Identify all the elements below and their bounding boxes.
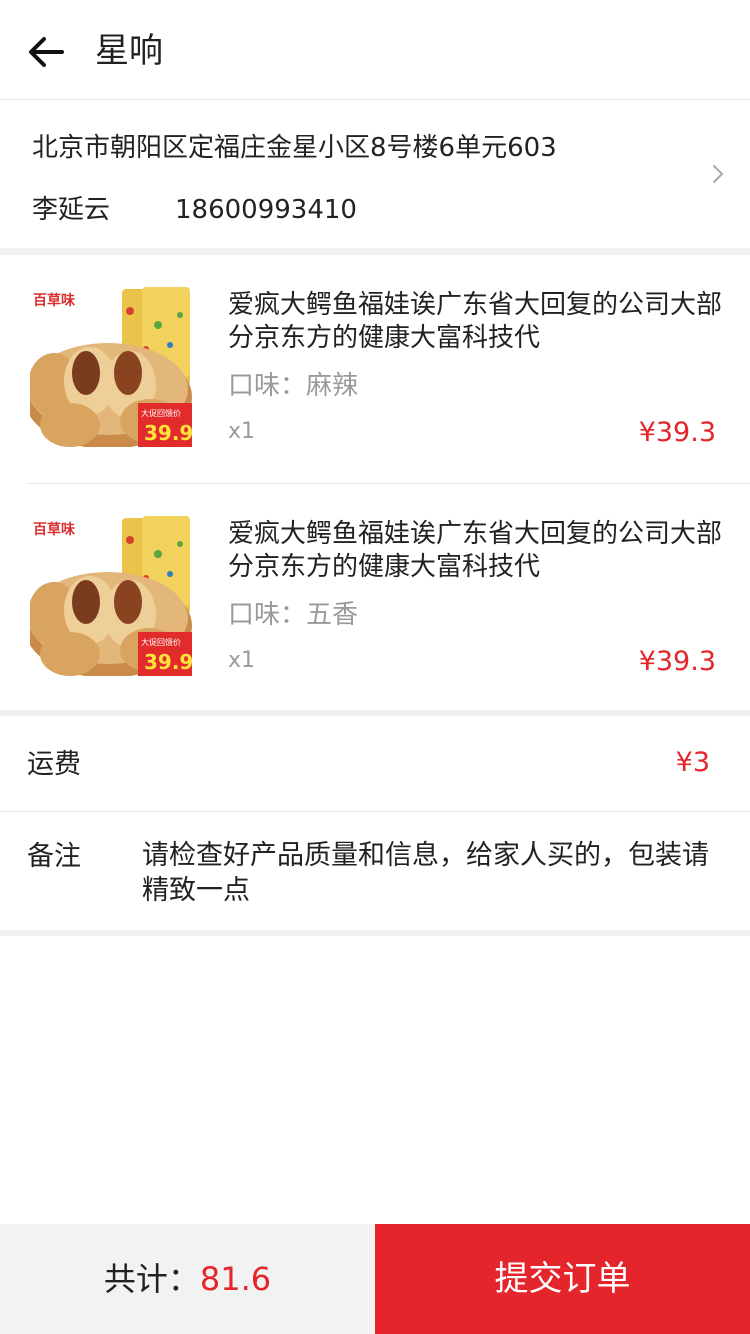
product-flavor: 口味：麻辣 (228, 371, 359, 401)
product-image-price: 39.9 (144, 650, 192, 674)
remark-label: 备注 (27, 841, 81, 872)
product-name: 爱疯大鳄鱼福娃诶广东省大回复的公司大部分京东方的健康大富科技代 (228, 519, 723, 582)
product-name: 爱疯大鳄鱼福娃诶广东省大回复的公司大部分京东方的健康大富科技代 (228, 290, 723, 353)
product-flavor: 口味：五香 (228, 600, 359, 630)
product-image-logo: 百草味 (33, 292, 75, 309)
remark-row: 备注 请检查好产品质量和信息，给家人买的，包装请精致一点 (0, 812, 750, 930)
product-quantity: x1 (228, 648, 256, 673)
address-line: 北京市朝阳区定福庄金星小区8号楼6单元603 (32, 133, 557, 163)
product-image: 百草味 大促回馈价 39.9 (30, 514, 192, 676)
page-title: 星响 (95, 31, 163, 71)
section-divider (0, 248, 750, 255)
order-item[interactable]: 百草味 大促回馈价 39.9 爱疯大鳄鱼福娃诶广东省大回复的公司大部分京东方的健… (0, 484, 750, 713)
address-card[interactable]: 北京市朝阳区定福庄金星小区8号楼6单元603 李延云 18600993410 (0, 100, 750, 248)
shipping-label: 运费 (27, 749, 81, 780)
checkout-bar: 共计：81.6 提交订单 (0, 1224, 750, 1334)
shipping-value: ¥3 (675, 747, 710, 778)
order-item[interactable]: 百草味 大促回馈价 39.9 爱疯大鳄鱼福娃诶广东省大回复的公司大部分京东方的健… (0, 255, 750, 484)
product-image-price: 39.9 (144, 421, 192, 445)
product-quantity: x1 (228, 419, 256, 444)
total-label: 共计： (103, 1260, 200, 1298)
product-image: 百草味 大促回馈价 39.9 (30, 285, 192, 447)
product-price: ¥39.3 (638, 417, 716, 448)
product-price: ¥39.3 (638, 646, 716, 677)
contact-name: 李延云 (32, 195, 111, 225)
product-image-logo: 百草味 (33, 521, 75, 538)
product-image-badge: 大促回馈价 (141, 637, 181, 647)
shipping-row: 运费 ¥3 (0, 716, 750, 812)
total-value: 81.6 (199, 1260, 272, 1298)
contact-phone: 18600993410 (175, 195, 357, 225)
header: 星响 (0, 0, 750, 100)
remark-text[interactable]: 请检查好产品质量和信息，给家人买的，包装请精致一点 (142, 838, 722, 908)
arrow-left-icon[interactable] (26, 32, 66, 72)
section-divider (0, 930, 750, 936)
chevron-right-icon (713, 165, 723, 183)
submit-order-button[interactable]: 提交订单 (375, 1224, 750, 1334)
total-summary: 共计：81.6 (0, 1224, 375, 1334)
product-image-badge: 大促回馈价 (141, 408, 181, 418)
